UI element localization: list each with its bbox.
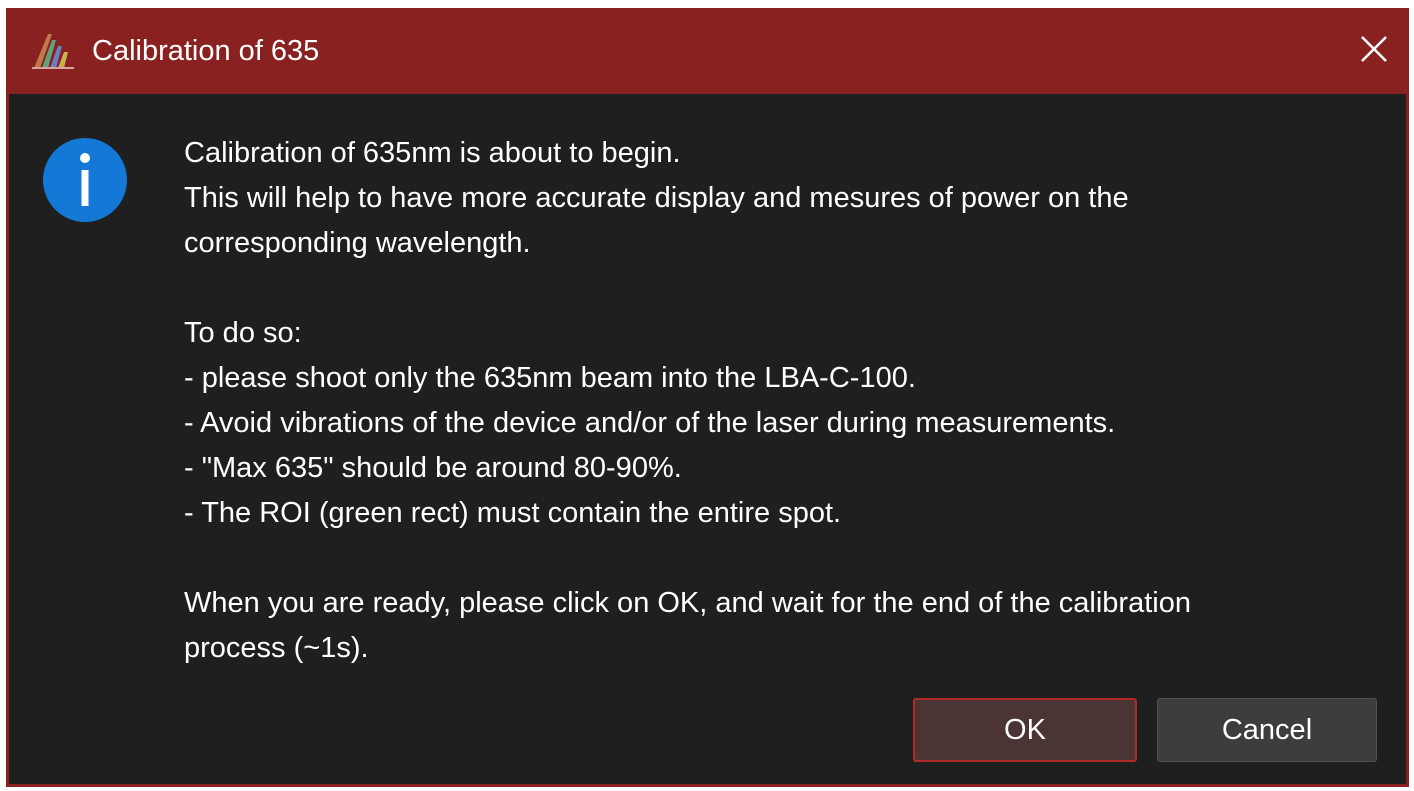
instruction-item: - please shoot only the 635nm beam into …	[184, 362, 916, 394]
instruction-item: - Avoid vibrations of the device and/or …	[184, 407, 1116, 439]
instruction-item: - "Max 635" should be around 80-90%.	[184, 452, 682, 484]
outro-line-1: When you are ready, please click on OK, …	[184, 587, 1191, 619]
cancel-button[interactable]: Cancel	[1157, 698, 1377, 762]
intro-line-3: corresponding wavelength.	[184, 227, 531, 259]
intro-line-1: Calibration of 635nm is about to begin.	[184, 137, 681, 169]
close-button[interactable]	[1339, 8, 1409, 94]
message-body: Calibration of 635nm is about to begin. …	[184, 131, 1384, 671]
info-icon	[43, 138, 127, 222]
close-icon	[1359, 34, 1389, 69]
ok-button[interactable]: OK	[913, 698, 1137, 762]
app-logo-icon	[30, 30, 76, 70]
intro-line-2: This will help to have more accurate dis…	[184, 182, 1129, 214]
calibration-dialog: Calibration of 635 Calibration of 635nm …	[6, 8, 1409, 787]
instruction-item: - The ROI (green rect) must contain the …	[184, 497, 842, 529]
window-title: Calibration of 635	[92, 35, 320, 67]
outro-line-2: process (~1s).	[184, 632, 369, 664]
title-bar: Calibration of 635	[6, 8, 1409, 94]
instructions-heading: To do so:	[184, 317, 302, 349]
